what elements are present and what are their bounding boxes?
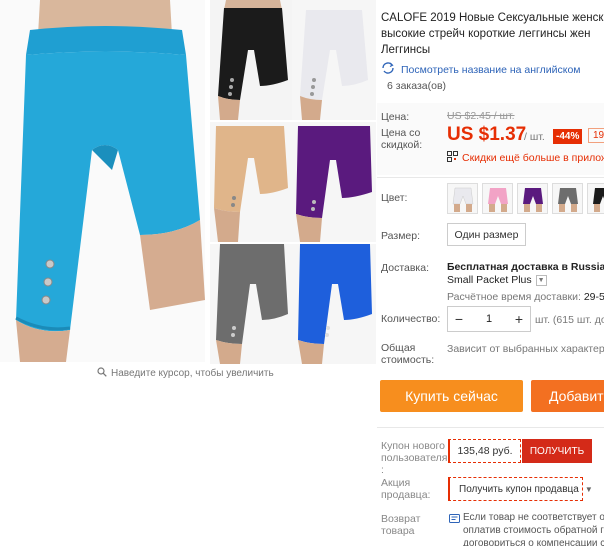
color-swatch-white[interactable] xyxy=(447,183,478,214)
seller-coupon-dropdown[interactable]: Получить купон продавца ▼ xyxy=(448,477,593,501)
discount-badge: -44% xyxy=(553,129,583,144)
product-gallery: Наведите курсор, чтобы увеличить xyxy=(0,0,376,546)
new-user-coupon-label: Купон нового пользователя : xyxy=(381,440,448,476)
quantity-label: Количество: xyxy=(381,313,441,325)
divider xyxy=(377,177,604,178)
thumbnail-black[interactable] xyxy=(210,0,294,120)
thumbnail-blue[interactable] xyxy=(292,244,376,364)
returns-label: Возврат товара xyxy=(381,513,421,537)
translate-link-text[interactable]: Посмотреть название на английском xyxy=(401,64,581,76)
return-policy-text: Если товар не соответствует о оплатив ст… xyxy=(463,511,604,546)
shipping-method-selector[interactable]: Small Packet Plus ▼ xyxy=(447,274,547,286)
color-swatch-black[interactable] xyxy=(587,183,604,214)
magnifier-icon xyxy=(97,367,107,380)
size-option-button[interactable]: Один размер xyxy=(447,223,526,246)
extra-discount-tag: 19 xyxy=(588,128,604,143)
delivery-time-label: Расчётное время доставки: xyxy=(447,291,581,303)
thumbnail-purple[interactable] xyxy=(292,122,376,242)
divider xyxy=(377,427,604,428)
thumbnail-gray[interactable] xyxy=(210,244,294,364)
product-details: CALOFE 2019 Новые Сексуальные женские вы… xyxy=(377,0,604,546)
return-policy-line: оплатив стоимость обратной г xyxy=(463,525,604,536)
stock-info: шт. (615 шт. досту xyxy=(535,314,604,326)
return-policy-icon xyxy=(449,513,460,527)
quantity-stepper: − 1 + xyxy=(447,306,531,332)
main-product-image[interactable] xyxy=(0,0,205,362)
add-to-cart-button[interactable]: Добавить xyxy=(531,380,604,412)
thumbnail-white[interactable] xyxy=(292,0,376,120)
shipping-label: Доставка: xyxy=(381,262,430,274)
total-label: Общая стоимость: xyxy=(381,342,435,366)
color-label: Цвет: xyxy=(381,192,408,204)
return-policy-line: Если товар не соответствует о xyxy=(463,512,604,523)
zoom-hint: Наведите курсор, чтобы увеличить xyxy=(97,367,274,380)
return-policy-line: договориться о компенсации с xyxy=(463,538,604,546)
total-note: Зависит от выбранных характери xyxy=(447,343,604,355)
seller-coupon-text[interactable]: Получить купон продавца xyxy=(459,484,579,495)
translate-title-link[interactable]: Посмотреть название на английском xyxy=(381,61,581,78)
seller-promo-label: Акция продавца: xyxy=(381,477,431,501)
color-swatch-pink[interactable] xyxy=(482,183,513,214)
new-user-coupon-value: 135,48 руб. xyxy=(448,439,521,463)
buy-now-button[interactable]: Купить сейчас xyxy=(380,380,523,412)
price-label: Цена: xyxy=(381,111,410,123)
quantity-input[interactable]: 1 xyxy=(470,313,508,325)
product-title: CALOFE 2019 Новые Сексуальные женские вы… xyxy=(381,12,604,56)
delivery-time: Расчётное время доставки: 29-52 xyxy=(447,291,604,303)
orders-count: 6 заказа(ов) xyxy=(387,80,447,92)
app-promo[interactable]: Скидки ещё больше в приложе xyxy=(447,151,604,165)
translate-icon xyxy=(381,61,395,78)
zoom-hint-text: Наведите курсор, чтобы увеличить xyxy=(111,368,274,379)
app-promo-text[interactable]: Скидки ещё больше в приложе xyxy=(462,152,604,164)
current-price: US $1.37 xyxy=(447,124,527,145)
shipping-title: Бесплатная доставка в Russian F xyxy=(447,261,604,273)
color-swatch-purple[interactable] xyxy=(517,183,548,214)
size-label: Размер: xyxy=(381,230,421,242)
quantity-increase-button[interactable]: + xyxy=(508,307,530,331)
shipping-method-text[interactable]: Small Packet Plus xyxy=(447,274,532,286)
caret-down-icon[interactable]: ▼ xyxy=(585,485,593,494)
quantity-decrease-button[interactable]: − xyxy=(448,307,470,331)
thumbnail-beige[interactable] xyxy=(210,122,294,242)
chevron-down-icon[interactable]: ▼ xyxy=(535,274,547,286)
color-swatch-gray[interactable] xyxy=(552,183,583,214)
delivery-time-value: 29-52 xyxy=(583,291,604,303)
get-coupon-button[interactable]: ПОЛУЧИТЬ xyxy=(522,439,592,463)
discount-price-label: Цена со скидкой: xyxy=(381,127,423,151)
old-price: US $2.45 / шт. xyxy=(447,110,515,122)
qr-code-icon xyxy=(447,151,458,165)
price-unit: / шт. xyxy=(524,131,545,143)
